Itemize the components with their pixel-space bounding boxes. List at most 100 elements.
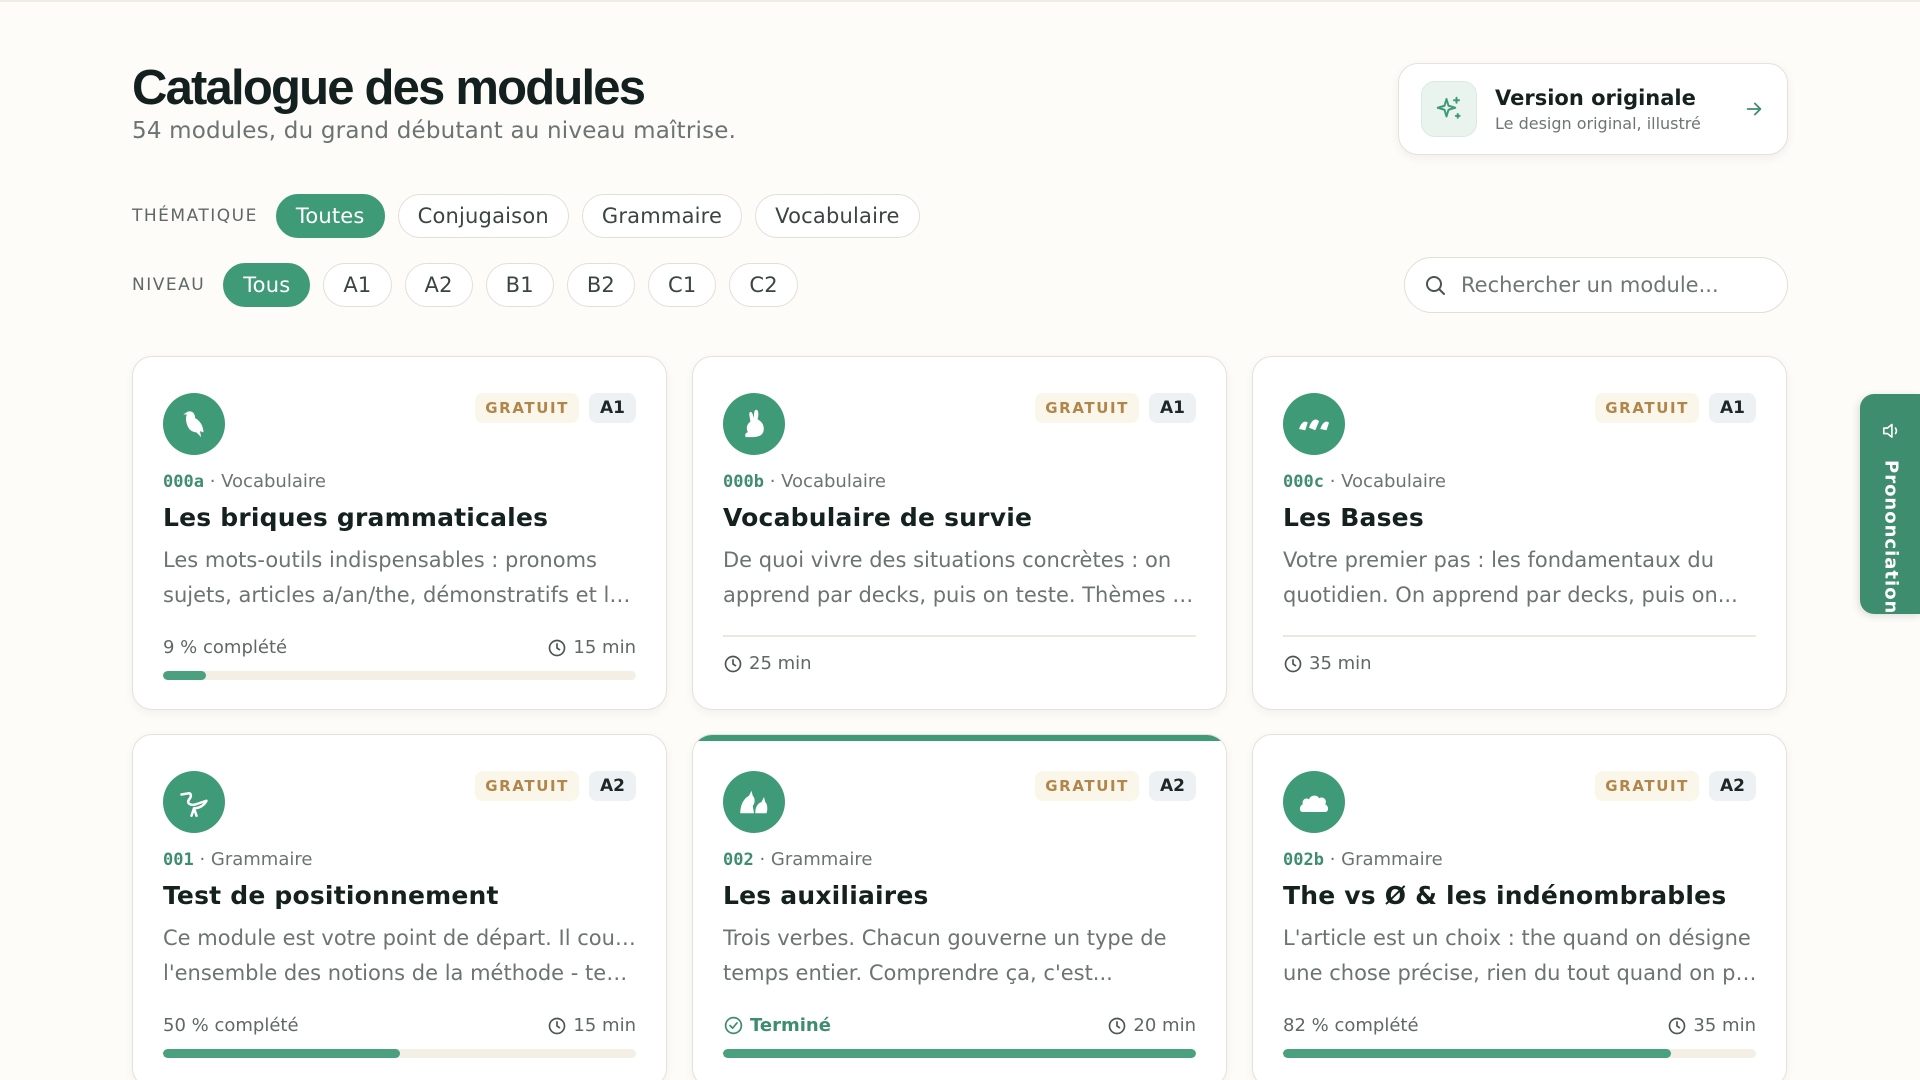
module-code: 001: [163, 850, 194, 870]
free-badge: GRATUIT: [1595, 771, 1699, 801]
progress-bar: [1283, 1049, 1756, 1058]
progress-bar: [163, 671, 636, 680]
theme-chip-grammaire[interactable]: Grammaire: [581, 194, 743, 238]
clock-icon: [1109, 1017, 1126, 1034]
module-category: · Vocabulaire: [209, 471, 326, 492]
module-duration: 15 min: [573, 1015, 636, 1036]
level-chip-a1[interactable]: A1: [323, 263, 392, 307]
module-description: Votre premier pas : les fondamentaux du q…: [1283, 548, 1738, 607]
arrow-right-icon: [1746, 102, 1762, 116]
progress-status: 82 % complété: [1283, 1015, 1419, 1036]
module-category: · Grammaire: [1329, 849, 1443, 870]
free-badge: GRATUIT: [1035, 771, 1139, 801]
module-description: Ce module est votre point de départ. Il …: [163, 926, 638, 985]
module-duration: 25 min: [749, 653, 812, 674]
module-duration: 35 min: [1309, 653, 1372, 674]
card-divider: [723, 635, 1196, 637]
level-chip-b2[interactable]: B2: [566, 263, 635, 307]
cloud-animal-icon: [1283, 771, 1345, 833]
clock-icon: [1669, 1017, 1686, 1034]
level-chip-b1[interactable]: B1: [485, 263, 554, 307]
free-badge: GRATUIT: [475, 771, 579, 801]
progress-bar: [163, 1049, 636, 1058]
progress-status: 50 % complété: [163, 1015, 299, 1036]
version-subtitle: Le design original, illustré: [1495, 113, 1701, 133]
free-badge: GRATUIT: [475, 393, 579, 423]
module-duration: 20 min: [1133, 1015, 1196, 1036]
level-badge: A1: [1709, 393, 1756, 423]
animals-icon: [723, 771, 785, 833]
module-description: Trois verbes. Chacun gouverne un type de…: [723, 926, 1167, 985]
theme-filter-label: THÉMATIQUE: [132, 206, 258, 226]
module-description: Les mots-outils indispensables : pronoms…: [163, 548, 638, 607]
module-card[interactable]: GRATUIT A2 002b · Grammaire The vs Ø & l…: [1252, 734, 1787, 1080]
speaker-icon: [1882, 423, 1898, 438]
module-code: 000b: [723, 472, 764, 492]
search-icon: [1426, 276, 1445, 295]
clock-icon: [549, 639, 566, 656]
search-box: [1404, 257, 1788, 313]
module-code: 002: [723, 850, 754, 870]
module-card[interactable]: GRATUIT A1 000b · Vocabulaire Vocabulair…: [692, 356, 1227, 710]
page-title: Catalogue des modules: [132, 61, 646, 115]
check-circle-icon: [724, 1016, 743, 1035]
module-title: Test de positionnement: [163, 881, 499, 910]
clock-icon: [549, 1017, 566, 1034]
module-duration: 35 min: [1693, 1015, 1756, 1036]
module-description: De quoi vivre des situations concrètes :…: [723, 548, 1198, 607]
module-category: · Vocabulaire: [1329, 471, 1446, 492]
theme-chip-all[interactable]: Toutes: [275, 194, 385, 238]
theme-filter: THÉMATIQUE Toutes Conjugaison Grammaire …: [132, 194, 933, 238]
level-chip-c2[interactable]: C2: [729, 263, 798, 307]
module-title: The vs Ø & les indénombrables: [1283, 881, 1727, 910]
module-title: Les Bases: [1283, 503, 1424, 532]
module-title: Vocabulaire de survie: [723, 503, 1033, 532]
progress-status: Terminé: [750, 1015, 831, 1036]
progress-bar: [723, 1049, 1196, 1058]
free-badge: GRATUIT: [1035, 393, 1139, 423]
version-title: Version originale: [1495, 85, 1696, 110]
module-title: Les auxiliaires: [723, 881, 929, 910]
level-badge: A2: [1709, 771, 1756, 801]
heron-icon: [163, 771, 225, 833]
module-category: · Grammaire: [199, 849, 313, 870]
clock-icon: [724, 655, 742, 672]
level-badge: A2: [1149, 771, 1196, 801]
progress-status: 9 % complété: [163, 637, 288, 658]
completed-accent: [693, 735, 1226, 741]
card-divider: [1283, 635, 1756, 637]
module-title: Les briques grammaticales: [163, 503, 549, 532]
top-border: [0, 0, 1920, 2]
level-chip-a2[interactable]: A2: [404, 263, 473, 307]
level-badge: A2: [589, 771, 636, 801]
module-code: 000a: [163, 472, 204, 492]
page-header: Catalogue des modules 54 modules, du gra…: [132, 60, 736, 144]
sparkle-icon: [1421, 81, 1477, 137]
original-version-link[interactable]: Version originale Le design original, il…: [1398, 63, 1788, 155]
search-input[interactable]: [1461, 273, 1761, 297]
module-duration: 15 min: [573, 637, 636, 658]
rabbit-icon: [723, 393, 785, 455]
level-chip-c1[interactable]: C1: [647, 263, 717, 307]
free-badge: GRATUIT: [1595, 393, 1699, 423]
level-filter: NIVEAU Tous A1 A2 B1 B2 C1 C2: [132, 263, 811, 307]
level-badge: A1: [1149, 393, 1196, 423]
theme-chip-vocabulaire[interactable]: Vocabulaire: [755, 194, 920, 238]
module-card[interactable]: GRATUIT A2 001 · Grammaire Test de posit…: [132, 734, 667, 1080]
bird-icon: [163, 393, 225, 455]
pronunciation-side-tab[interactable]: Prononciation: [1860, 394, 1920, 614]
level-badge: A1: [589, 393, 636, 423]
module-card[interactable]: GRATUIT A1 000c · Vocabulaire Les Bases …: [1252, 356, 1787, 710]
clock-icon: [1284, 655, 1302, 672]
page-subtitle: 54 modules, du grand débutant au niveau …: [132, 118, 737, 144]
module-category: · Grammaire: [759, 849, 873, 870]
module-card[interactable]: GRATUIT A1 000a · Vocabulaire Les brique…: [132, 356, 667, 710]
pronunciation-label: Prononciation: [1880, 459, 1902, 614]
theme-chip-conjugaison[interactable]: Conjugaison: [397, 194, 569, 238]
module-card[interactable]: GRATUIT A2 002 · Grammaire Les auxiliair…: [692, 734, 1227, 1080]
module-category: · Vocabulaire: [769, 471, 886, 492]
module-code: 002b: [1283, 850, 1324, 870]
level-chip-all[interactable]: Tous: [223, 263, 311, 307]
level-filter-label: NIVEAU: [132, 275, 206, 295]
module-code: 000c: [1283, 472, 1324, 492]
